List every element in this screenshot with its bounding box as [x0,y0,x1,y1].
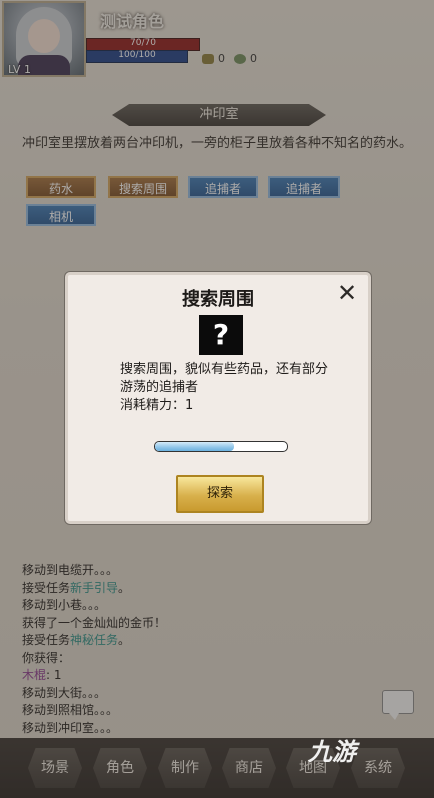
dialog-title: 搜索周围 [182,289,254,310]
dialog-body: 搜索周围，貌似有些药品，还有部分游荡的追捕者 消耗精力：1 [120,361,330,415]
watermark: 九游 [308,739,356,766]
explore-button[interactable]: 探索 [176,475,264,513]
close-icon[interactable]: ✕ [336,281,358,305]
dialog-cost: 消耗精力：1 [120,398,194,413]
progress-fill [155,442,235,451]
dialog-description: 搜索周围，貌似有些药品，还有部分游荡的追捕者 [120,362,329,395]
search-dialog: 搜索周围 ✕ ? 搜索周围，貌似有些药品，还有部分游荡的追捕者 消耗精力：1 探… [65,272,371,524]
search-progress [154,441,288,452]
unknown-icon: ? [199,315,243,355]
